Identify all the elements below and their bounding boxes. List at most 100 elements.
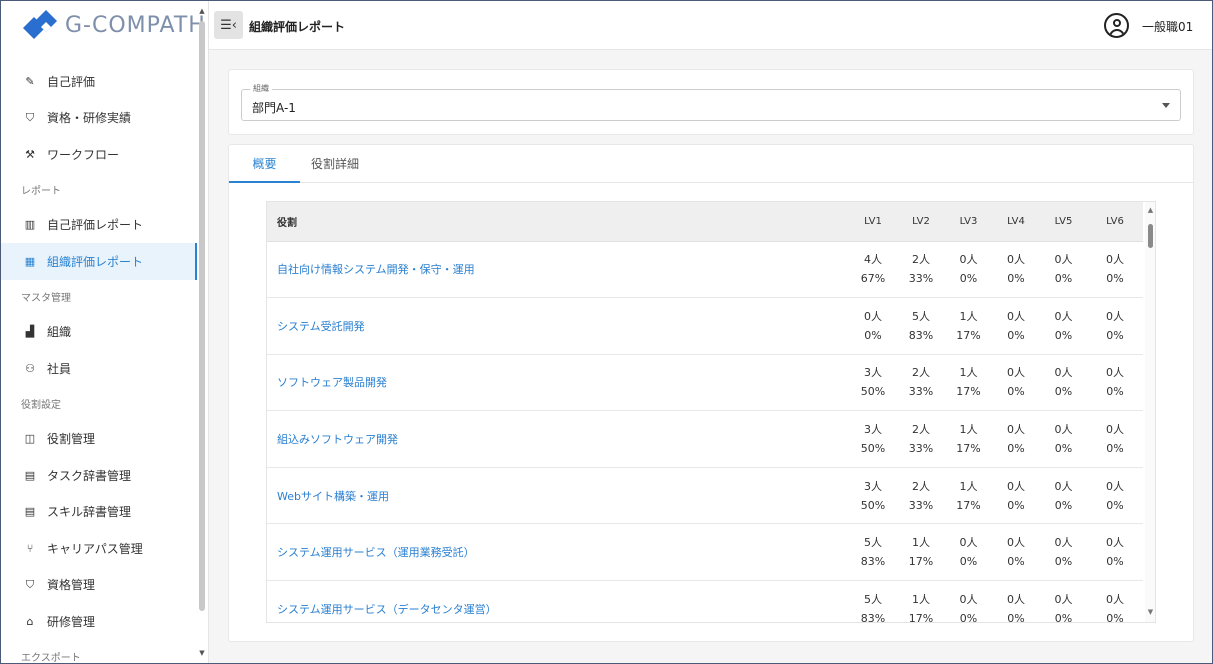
level-cell: 0人 0% bbox=[992, 580, 1040, 622]
sidebar-item[interactable]: ◫ 役割管理 bbox=[1, 421, 197, 458]
level-cell: 0人 0% bbox=[1040, 354, 1087, 412]
sidebar-item[interactable]: ⌂ 研修管理 bbox=[1, 603, 197, 640]
level-cell: 5人 83% bbox=[849, 580, 897, 622]
sidebar-item-label: ワークフロー bbox=[47, 147, 120, 162]
scroll-down-icon[interactable]: ▼ bbox=[198, 649, 206, 657]
sidebar-item[interactable]: ▥ 自己評価レポート bbox=[1, 207, 197, 244]
sidebar-item[interactable]: ⚇ 社員 bbox=[1, 350, 197, 387]
role-link[interactable]: 自社向け情報システム開発・保守・運用 bbox=[267, 241, 849, 299]
percentage-value: 0% bbox=[1054, 498, 1073, 512]
percentage-value: 33% bbox=[908, 498, 934, 512]
sidebar-item[interactable]: ▟ 組織 bbox=[1, 314, 197, 351]
sidebar-scrollbar[interactable]: ▲ ▼ bbox=[198, 7, 206, 657]
sidebar-item[interactable]: ⑂ キャリアパス管理 bbox=[1, 530, 197, 567]
headcount-value: 2人 bbox=[912, 423, 930, 437]
headcount-value: 5人 bbox=[912, 309, 930, 323]
percentage-value: 17% bbox=[908, 611, 934, 623]
nav-section-heading: マスタ管理 bbox=[21, 293, 71, 304]
headcount-value: 0人 bbox=[1054, 253, 1073, 267]
headcount-value: 0人 bbox=[1007, 309, 1025, 323]
percentage-value: 17% bbox=[956, 442, 981, 456]
level-cell: 0人 0% bbox=[992, 467, 1040, 525]
percentage-value: 33% bbox=[908, 442, 934, 456]
brand-logo[interactable]: G-COMPATH bbox=[21, 9, 206, 41]
table-row: ソフトウェア製品開発 3人 50% 2人 33% 1人 17% 0人 0% 0人 0% 0人 0% bbox=[267, 354, 1143, 412]
role-link[interactable]: システム運用サービス（データセンタ運営） bbox=[267, 580, 849, 622]
level-cell: 0人 0% bbox=[849, 297, 897, 355]
headcount-value: 2人 bbox=[912, 253, 930, 267]
percentage-value: 0% bbox=[959, 555, 978, 569]
headcount-value: 1人 bbox=[959, 309, 978, 323]
column-header-lv1: LV1 bbox=[849, 202, 897, 242]
tab-overview[interactable]: 概要 bbox=[229, 145, 300, 183]
headcount-value: 0人 bbox=[1106, 309, 1124, 323]
headcount-value: 0人 bbox=[1106, 536, 1124, 550]
sidebar-item[interactable]: ▤ スキル辞書管理 bbox=[1, 494, 197, 531]
percentage-value: 0% bbox=[1106, 328, 1124, 342]
page-title: 組織評価レポート bbox=[249, 20, 346, 34]
headcount-value: 0人 bbox=[1054, 366, 1073, 380]
percentage-value: 0% bbox=[959, 611, 978, 623]
percentage-value: 0% bbox=[1106, 555, 1124, 569]
nav-section-heading: 役割設定 bbox=[21, 400, 61, 411]
level-cell: 1人 17% bbox=[897, 580, 945, 623]
headcount-value: 0人 bbox=[1007, 536, 1025, 550]
organization-select-value: 部門A-1 bbox=[252, 101, 296, 115]
role-link[interactable]: ソフトウェア製品開発 bbox=[267, 354, 849, 412]
column-header-lv5: LV5 bbox=[1040, 202, 1087, 242]
role-link[interactable]: システム運用サービス（運用業務受託） bbox=[267, 523, 849, 582]
role-link[interactable]: 組込みソフトウェア開発 bbox=[267, 410, 849, 468]
level-cell: 0人 0% bbox=[1087, 580, 1143, 622]
scroll-down-icon[interactable]: ▼ bbox=[1145, 607, 1155, 617]
headcount-value: 0人 bbox=[1054, 536, 1073, 550]
shield-check-icon: ⛉ bbox=[25, 110, 35, 124]
role-link[interactable]: Webサイト構築・運用 bbox=[267, 467, 849, 525]
organization-icon: ▟ bbox=[25, 325, 35, 339]
level-cell: 2人 33% bbox=[897, 354, 945, 412]
sidebar-item[interactable]: ⛉ 資格管理 bbox=[1, 567, 197, 604]
sidebar-item[interactable]: ▦ 組織評価レポート bbox=[1, 243, 197, 280]
column-header-lv3: LV3 bbox=[945, 202, 992, 242]
headcount-value: 0人 bbox=[1054, 479, 1073, 493]
percentage-value: 83% bbox=[908, 328, 934, 342]
level-cell: 0人 0% bbox=[1040, 523, 1087, 582]
role-link[interactable]: システム受託開発 bbox=[267, 297, 849, 355]
level-cell: 1人 17% bbox=[945, 467, 992, 525]
table-row: システム受託開発 0人 0% 5人 83% 1人 17% 0人 0% 0人 0% 0人 0% bbox=[267, 297, 1143, 355]
sidebar-scroll-thumb[interactable] bbox=[199, 21, 205, 611]
user-name[interactable]: 一般職01 bbox=[1142, 18, 1193, 35]
scroll-up-icon[interactable]: ▲ bbox=[198, 7, 206, 15]
percentage-value: 0% bbox=[1007, 498, 1025, 512]
headcount-value: 3人 bbox=[864, 366, 882, 380]
headcount-value: 1人 bbox=[959, 479, 978, 493]
level-cell: 2人 33% bbox=[897, 410, 945, 468]
percentage-value: 17% bbox=[956, 385, 981, 399]
dropdown-caret-icon[interactable] bbox=[1162, 103, 1170, 108]
sidebar-item[interactable]: ⛉ 資格・研修実績 bbox=[1, 100, 197, 137]
level-cell: 0人 0% bbox=[1040, 297, 1087, 355]
percentage-value: 0% bbox=[1054, 442, 1073, 456]
table-scrollbar[interactable]: ▲ ▼ bbox=[1145, 202, 1155, 622]
level-cell: 0人 0% bbox=[945, 241, 992, 299]
account-circle-icon[interactable] bbox=[1104, 13, 1129, 38]
sidebar-item[interactable]: ⚒ ワークフロー bbox=[1, 136, 197, 173]
table-row: Webサイト構築・運用 3人 50% 2人 33% 1人 17% 0人 0% 0人 0% 0人 0% bbox=[267, 467, 1143, 525]
shield-icon: ⛉ bbox=[25, 577, 35, 591]
tab-role-details[interactable]: 役割詳細 bbox=[300, 145, 370, 182]
menu-collapse-button[interactable]: ☰‹ bbox=[214, 11, 243, 39]
scroll-up-icon[interactable]: ▲ bbox=[1145, 205, 1155, 215]
level-cell: 0人 0% bbox=[1087, 410, 1143, 468]
headcount-value: 0人 bbox=[959, 536, 978, 550]
level-cell: 0人 0% bbox=[992, 410, 1040, 468]
level-cell: 5人 83% bbox=[897, 297, 945, 355]
table-scroll-thumb[interactable] bbox=[1148, 224, 1153, 248]
headcount-value: 0人 bbox=[1054, 309, 1073, 323]
organization-select[interactable]: 組織 部門A-1 bbox=[241, 83, 1181, 121]
sidebar-item[interactable]: ✎ 自己評価 bbox=[1, 63, 197, 100]
headcount-value: 1人 bbox=[912, 592, 930, 606]
level-cell: 3人 50% bbox=[849, 467, 897, 525]
percentage-value: 0% bbox=[1106, 498, 1124, 512]
percentage-value: 0% bbox=[1054, 272, 1073, 286]
sidebar-item[interactable]: ▤ タスク辞書管理 bbox=[1, 457, 197, 494]
percentage-value: 0% bbox=[1106, 442, 1124, 456]
